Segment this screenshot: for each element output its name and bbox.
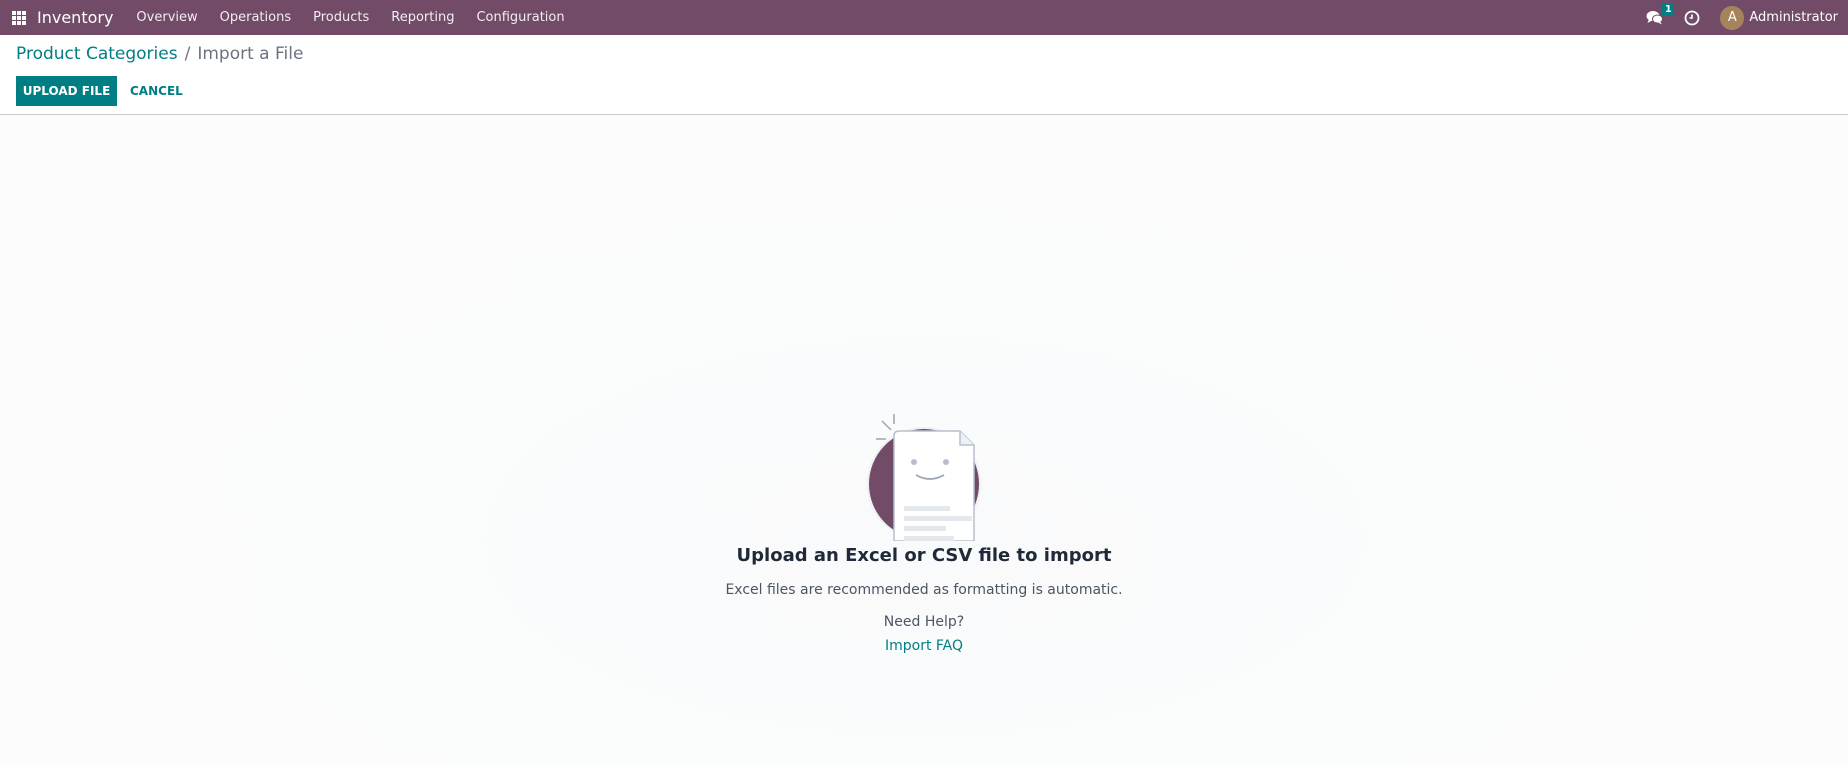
breadcrumb: Product Categories / Import a File: [16, 44, 303, 64]
cancel-button[interactable]: CANCEL: [122, 76, 191, 106]
import-subtitle: Excel files are recommended as formattin…: [725, 582, 1123, 598]
user-avatar[interactable]: A: [1720, 5, 1745, 30]
activity-clock-icon[interactable]: [1684, 10, 1700, 26]
menu-reporting[interactable]: Reporting: [380, 10, 465, 25]
import-title: Upload an Excel or CSV file to import: [736, 545, 1112, 566]
app-grid-icon[interactable]: [12, 10, 26, 25]
systray: 1 A Administrator: [1646, 0, 1838, 35]
user-menu[interactable]: Administrator: [1749, 10, 1838, 25]
import-content-area: Upload an Excel or CSV file to import Ex…: [0, 116, 1848, 765]
import-help: Upload an Excel or CSV file to import Ex…: [0, 406, 1848, 654]
main-menu: Overview Operations Products Reporting C…: [125, 10, 575, 25]
control-panel: Product Categories / Import a File UPLOA…: [0, 35, 1848, 115]
import-faq-link[interactable]: Import FAQ: [885, 638, 963, 654]
messages-button[interactable]: 1: [1646, 2, 1675, 26]
messages-badge: 1: [1662, 2, 1675, 16]
menu-products[interactable]: Products: [302, 10, 380, 25]
menu-overview[interactable]: Overview: [125, 10, 208, 25]
menu-configuration[interactable]: Configuration: [465, 10, 575, 25]
breadcrumb-product-categories[interactable]: Product Categories: [16, 44, 178, 64]
breadcrumb-separator: /: [184, 44, 191, 64]
top-navbar: Inventory Overview Operations Products R…: [0, 0, 1848, 35]
smiling-document-icon: [867, 414, 981, 541]
menu-operations[interactable]: Operations: [209, 10, 302, 25]
app-name[interactable]: Inventory: [37, 8, 113, 27]
breadcrumb-current: Import a File: [197, 44, 304, 64]
need-help-label: Need Help?: [883, 614, 965, 630]
chat-icon: [1646, 10, 1664, 24]
upload-file-button[interactable]: UPLOAD FILE: [16, 76, 117, 106]
